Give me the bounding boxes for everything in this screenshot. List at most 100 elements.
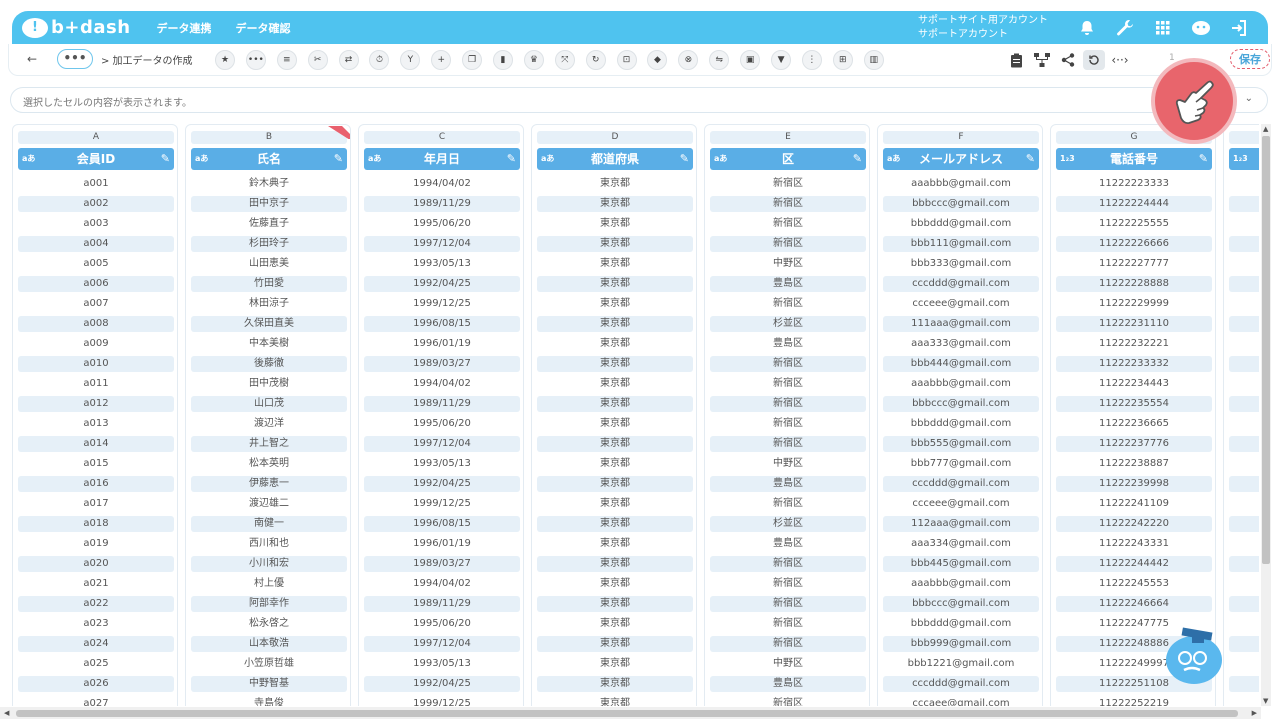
table-cell[interactable]: 1996/01/19 — [364, 536, 520, 552]
table-cell[interactable]: a013 — [18, 416, 174, 432]
column-letter[interactable]: F — [883, 131, 1039, 144]
table-cell[interactable]: 東京都 — [537, 276, 693, 292]
table-cell[interactable]: 東京都 — [537, 176, 693, 192]
table-cell[interactable]: 東京都 — [537, 576, 693, 592]
table-cell[interactable]: 中本美樹 — [191, 336, 347, 352]
table-cell[interactable] — [1229, 556, 1259, 572]
save-button[interactable]: 保存 — [1230, 49, 1270, 69]
table-cell[interactable]: 1999/12/25 — [364, 496, 520, 512]
table-cell[interactable]: 新宿区 — [710, 176, 866, 192]
lock-tool-icon[interactable]: ⊡ — [616, 50, 637, 70]
support-chat-icon[interactable] — [1182, 19, 1220, 37]
table-cell[interactable]: 1996/01/19 — [364, 336, 520, 352]
table-cell[interactable]: 東京都 — [537, 456, 693, 472]
table-cell[interactable]: 松永啓之 — [191, 616, 347, 632]
chevron-down-icon[interactable]: ⌄ — [1245, 93, 1253, 104]
table-cell[interactable]: cccddd@gmail.com — [883, 476, 1039, 492]
table-cell[interactable]: 11222243331 — [1056, 536, 1212, 552]
table-cell[interactable]: 新宿区 — [710, 576, 866, 592]
table-cell[interactable]: 111aaa@gmail.com — [883, 316, 1039, 332]
table-cell[interactable] — [1229, 476, 1259, 492]
table-cell[interactable]: 東京都 — [537, 536, 693, 552]
table-cell[interactable]: 山口茂 — [191, 396, 347, 412]
table-cell[interactable]: a020 — [18, 556, 174, 572]
table-cell[interactable]: 杉並区 — [710, 316, 866, 332]
table-cell[interactable]: 1989/03/27 — [364, 356, 520, 372]
table-cell[interactable]: 11222242220 — [1056, 516, 1212, 532]
horizontal-scroll-thumb[interactable] — [16, 710, 1238, 717]
table-cell[interactable]: 1992/04/25 — [364, 276, 520, 292]
table-cell[interactable]: 田中京子 — [191, 196, 347, 212]
table-cell[interactable]: bbb111@gmail.com — [883, 236, 1039, 252]
table-cell[interactable]: 1989/03/27 — [364, 556, 520, 572]
table-cell[interactable]: 東京都 — [537, 416, 693, 432]
table-cell[interactable]: bbb1221@gmail.com — [883, 656, 1039, 672]
table-cell[interactable] — [1229, 396, 1259, 412]
table-cell[interactable]: 小笠原哲雄 — [191, 656, 347, 672]
table-cell[interactable]: 豊島区 — [710, 536, 866, 552]
table-cell[interactable]: bbb444@gmail.com — [883, 356, 1039, 372]
table-cell[interactable]: 1989/11/29 — [364, 596, 520, 612]
table-cell[interactable]: 東京都 — [537, 496, 693, 512]
table-cell[interactable]: bbbccc@gmail.com — [883, 596, 1039, 612]
table-cell[interactable]: bbbccc@gmail.com — [883, 396, 1039, 412]
table-cell[interactable]: bbbddd@gmail.com — [883, 616, 1039, 632]
more-menu-button[interactable]: ••• — [57, 49, 93, 69]
table-cell[interactable]: 1997/12/04 — [364, 436, 520, 452]
column-header[interactable]: aあ メールアドレス ✎ — [883, 148, 1039, 170]
table-cell[interactable]: 東京都 — [537, 596, 693, 612]
table-cell[interactable]: 佐藤直子 — [191, 216, 347, 232]
table-cell[interactable]: 鈴木典子 — [191, 176, 347, 192]
table-cell[interactable] — [1229, 616, 1259, 632]
table-cell[interactable]: 東京都 — [537, 556, 693, 572]
table-cell[interactable]: 新宿区 — [710, 556, 866, 572]
table-cell[interactable]: 東京都 — [537, 636, 693, 652]
table-cell[interactable]: 中野智基 — [191, 676, 347, 692]
column-header[interactable]: aあ 年月日 ✎ — [364, 148, 520, 170]
table-cell[interactable]: 豊島区 — [710, 276, 866, 292]
table-cell[interactable]: 小川和宏 — [191, 556, 347, 572]
column-header[interactable]: 1₂3✎ — [1229, 148, 1259, 170]
tools-cross-icon[interactable]: ✂ — [307, 50, 328, 70]
table-cell[interactable]: a025 — [18, 656, 174, 672]
table-cell[interactable] — [1229, 196, 1259, 212]
table-cell[interactable] — [1229, 276, 1259, 292]
logo[interactable]: ! b+dash — [22, 17, 131, 38]
table-cell[interactable]: 11222241109 — [1056, 496, 1212, 512]
pencil-icon[interactable]: ✎ — [1199, 148, 1208, 170]
table-cell[interactable] — [1229, 676, 1259, 692]
table-cell[interactable]: 1993/05/13 — [364, 456, 520, 472]
table-cell[interactable]: 11222229999 — [1056, 296, 1212, 312]
share-icon[interactable] — [1055, 53, 1081, 67]
table-cell[interactable]: 竹田愛 — [191, 276, 347, 292]
table-cell[interactable]: 新宿区 — [710, 296, 866, 312]
table-cell[interactable]: 東京都 — [537, 216, 693, 232]
table-cell[interactable]: 11222239998 — [1056, 476, 1212, 492]
table-cell[interactable]: 1994/04/02 — [364, 376, 520, 392]
column-header[interactable]: aあ 区 ✎ — [710, 148, 866, 170]
table-cell[interactable]: bbbddd@gmail.com — [883, 216, 1039, 232]
code-arrows-icon[interactable]: ‹··› — [1107, 53, 1133, 67]
table-cell[interactable]: 新宿区 — [710, 196, 866, 212]
table-cell[interactable]: 寺島俊 — [191, 696, 347, 706]
table-cell[interactable]: 新宿区 — [710, 356, 866, 372]
table-cell[interactable] — [1229, 176, 1259, 192]
table-cell[interactable]: a011 — [18, 376, 174, 392]
close-circle-tool-icon[interactable]: ⊗ — [678, 50, 699, 70]
table-cell[interactable]: a022 — [18, 596, 174, 612]
table-cell[interactable]: a024 — [18, 636, 174, 652]
table-cell[interactable]: 11222225555 — [1056, 216, 1212, 232]
table-cell[interactable]: 中野区 — [710, 256, 866, 272]
table-cell[interactable] — [1229, 416, 1259, 432]
table-cell[interactable]: bbb555@gmail.com — [883, 436, 1039, 452]
table-cell[interactable]: aaabbb@gmail.com — [883, 176, 1039, 192]
table-cell[interactable]: 1994/04/02 — [364, 176, 520, 192]
nav-data-check[interactable]: データ確認 — [236, 20, 291, 36]
table-cell[interactable]: 松本英明 — [191, 456, 347, 472]
table-cell[interactable]: 1999/12/25 — [364, 296, 520, 312]
table-cell[interactable]: 新宿区 — [710, 376, 866, 392]
pencil-icon[interactable]: ✎ — [853, 148, 862, 170]
table-cell[interactable]: 新宿区 — [710, 236, 866, 252]
table-cell[interactable]: 東京都 — [537, 356, 693, 372]
table-cell[interactable]: 東京都 — [537, 616, 693, 632]
